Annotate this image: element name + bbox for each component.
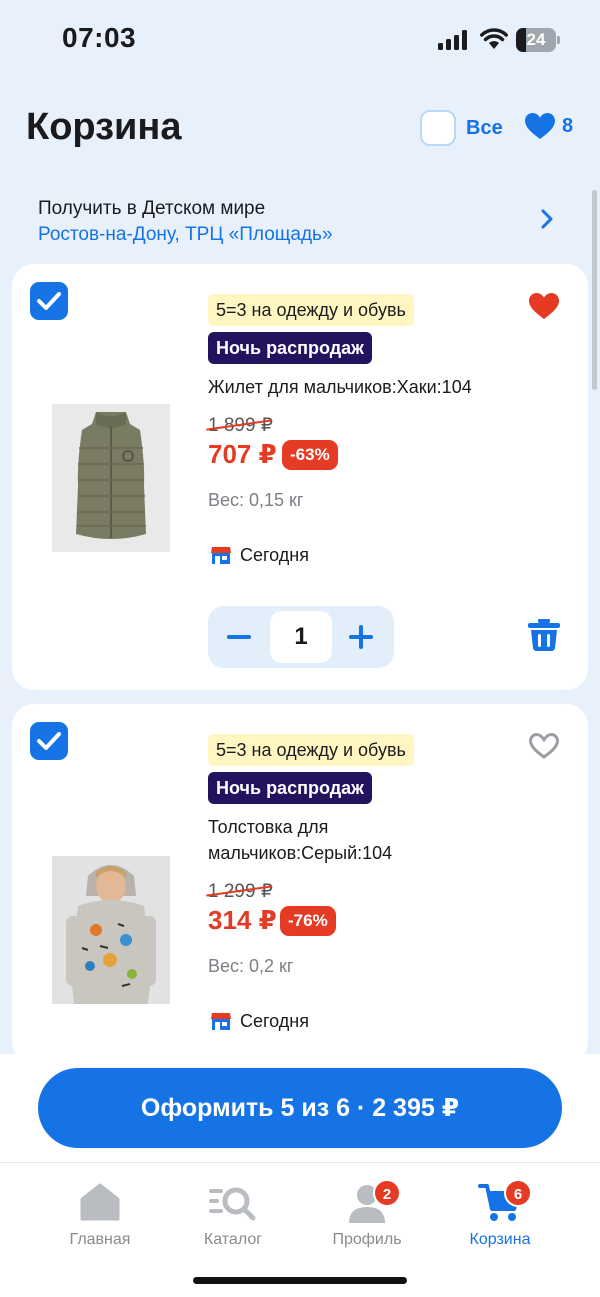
current-price: 707 ₽: [208, 439, 277, 469]
home-icon: [80, 1183, 120, 1221]
nav-item-cart[interactable]: 6 Корзина: [440, 1179, 560, 1249]
night-sale-badge: Ночь распродаж: [208, 332, 372, 364]
nav-label-profile: Профиль: [332, 1231, 402, 1248]
select-all-box[interactable]: [420, 110, 456, 146]
decrease-quantity-button[interactable]: [222, 624, 256, 650]
heart-outline-icon[interactable]: [528, 732, 560, 760]
page-title: Корзина: [26, 106, 182, 148]
store-icon: [211, 1013, 231, 1030]
night-sale-badge: Ночь распродаж: [208, 772, 372, 804]
delivery-label: Сегодня: [240, 1010, 309, 1031]
profile-badge: 2: [373, 1179, 401, 1207]
pickup-location[interactable]: Получить в Детском мире Ростов-на-Дону, …: [0, 186, 590, 254]
delivery-info: Сегодня: [210, 1010, 309, 1032]
current-price: 314 ₽: [208, 905, 277, 935]
product-name[interactable]: Толстовка для мальчиков:Серый:104: [208, 814, 448, 866]
item-checkbox[interactable]: [30, 282, 68, 320]
discount-badge: -63%: [282, 440, 338, 470]
status-time: 07:03: [62, 22, 137, 53]
signal-icon: [438, 30, 467, 50]
checkout-area: Оформить 5 из 6 · 2 395 ₽: [0, 1054, 600, 1162]
promo-badge: 5=3 на одежду и обувь: [208, 734, 414, 766]
nav-item-profile[interactable]: 2 Профиль: [307, 1179, 427, 1249]
status-bar: 07:03 24: [0, 0, 600, 80]
catalog-search-icon: [209, 1187, 256, 1221]
select-all-label: Все: [466, 116, 503, 139]
battery-icon: 24: [516, 28, 560, 52]
checkout-button[interactable]: Оформить 5 из 6 · 2 395 ₽: [38, 1068, 562, 1148]
hoodie-image: [52, 856, 170, 1004]
wifi-icon: [480, 28, 508, 49]
item-checkbox[interactable]: [30, 722, 68, 760]
product-image-hoodie[interactable]: [52, 856, 170, 1004]
product-weight: Вес: 0,2 кг: [208, 956, 294, 976]
battery-percent: 24: [526, 30, 546, 49]
check-icon: [37, 292, 61, 310]
product-name[interactable]: Жилет для мальчиков:Хаки:104: [208, 374, 528, 400]
heart-icon: [525, 113, 555, 139]
nav-item-catalog[interactable]: Каталог: [173, 1183, 293, 1249]
nav-label-cart: Корзина: [469, 1231, 531, 1248]
old-price: 1 299 ₽: [206, 880, 273, 903]
cart-item: 5=3 на одежду и обувь Ночь распродаж Жил…: [12, 264, 588, 690]
chevron-right-icon: [541, 209, 553, 229]
old-price: 1 899 ₽: [206, 414, 273, 437]
home-indicator: [193, 1277, 407, 1284]
promo-badge: 5=3 на одежду и обувь: [208, 294, 414, 326]
pickup-address: Ростов-на-Дону, ТРЦ «Площадь»: [38, 224, 333, 245]
delivery-label: Сегодня: [240, 544, 309, 565]
quantity-stepper: 1: [208, 606, 394, 668]
scroll-indicator[interactable]: [592, 190, 597, 390]
nav-label-home: Главная: [69, 1231, 131, 1248]
check-icon: [37, 732, 61, 750]
increase-quantity-button[interactable]: [344, 624, 378, 650]
delivery-info: Сегодня: [210, 544, 309, 566]
heart-filled-icon[interactable]: [528, 292, 560, 320]
quantity-value[interactable]: 1: [270, 611, 332, 663]
nav-item-home[interactable]: Главная: [40, 1183, 160, 1249]
cart-badge: 6: [504, 1179, 532, 1207]
nav-label-catalog: Каталог: [203, 1231, 263, 1248]
vest-image: [52, 404, 170, 552]
select-all-checkbox[interactable]: Все: [420, 110, 503, 146]
product-weight: Вес: 0,15 кг: [208, 490, 304, 510]
discount-badge: -76%: [280, 906, 336, 936]
product-image-vest[interactable]: [52, 404, 170, 552]
favorites-button[interactable]: 8: [524, 112, 573, 140]
trash-icon[interactable]: [526, 618, 562, 652]
cart-item: 5=3 на одежду и обувь Ночь распродаж Тол…: [12, 704, 588, 1064]
store-icon: [211, 547, 231, 564]
pickup-title: Получить в Детском мире: [38, 198, 266, 219]
favorites-count: 8: [562, 114, 574, 137]
